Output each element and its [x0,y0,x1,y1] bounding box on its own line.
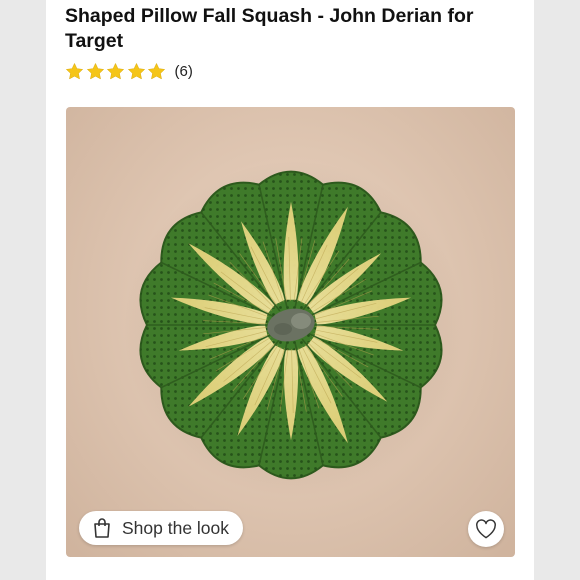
star-icon [106,62,125,79]
shop-the-look-button[interactable]: Shop the look [79,511,243,545]
squash-pillow-image [124,161,464,497]
star-icon [86,62,104,79]
shopping-bag-icon [94,518,110,538]
favorite-button[interactable] [468,511,504,547]
rating[interactable]: (6) [65,60,193,82]
review-count[interactable]: (6) [175,63,193,80]
shop-the-look-label: Shop the look [122,517,230,538]
star-icon [65,62,84,79]
star-icon [147,62,166,79]
heart-icon [476,519,496,539]
star-icon [127,62,145,79]
product-image[interactable]: Shop the look [66,107,515,557]
product-card: Shaped Pillow Fall Squash - John Derian … [46,0,534,580]
product-title: Shaped Pillow Fall Squash - John Derian … [65,5,474,52]
rating-stars [65,62,168,81]
